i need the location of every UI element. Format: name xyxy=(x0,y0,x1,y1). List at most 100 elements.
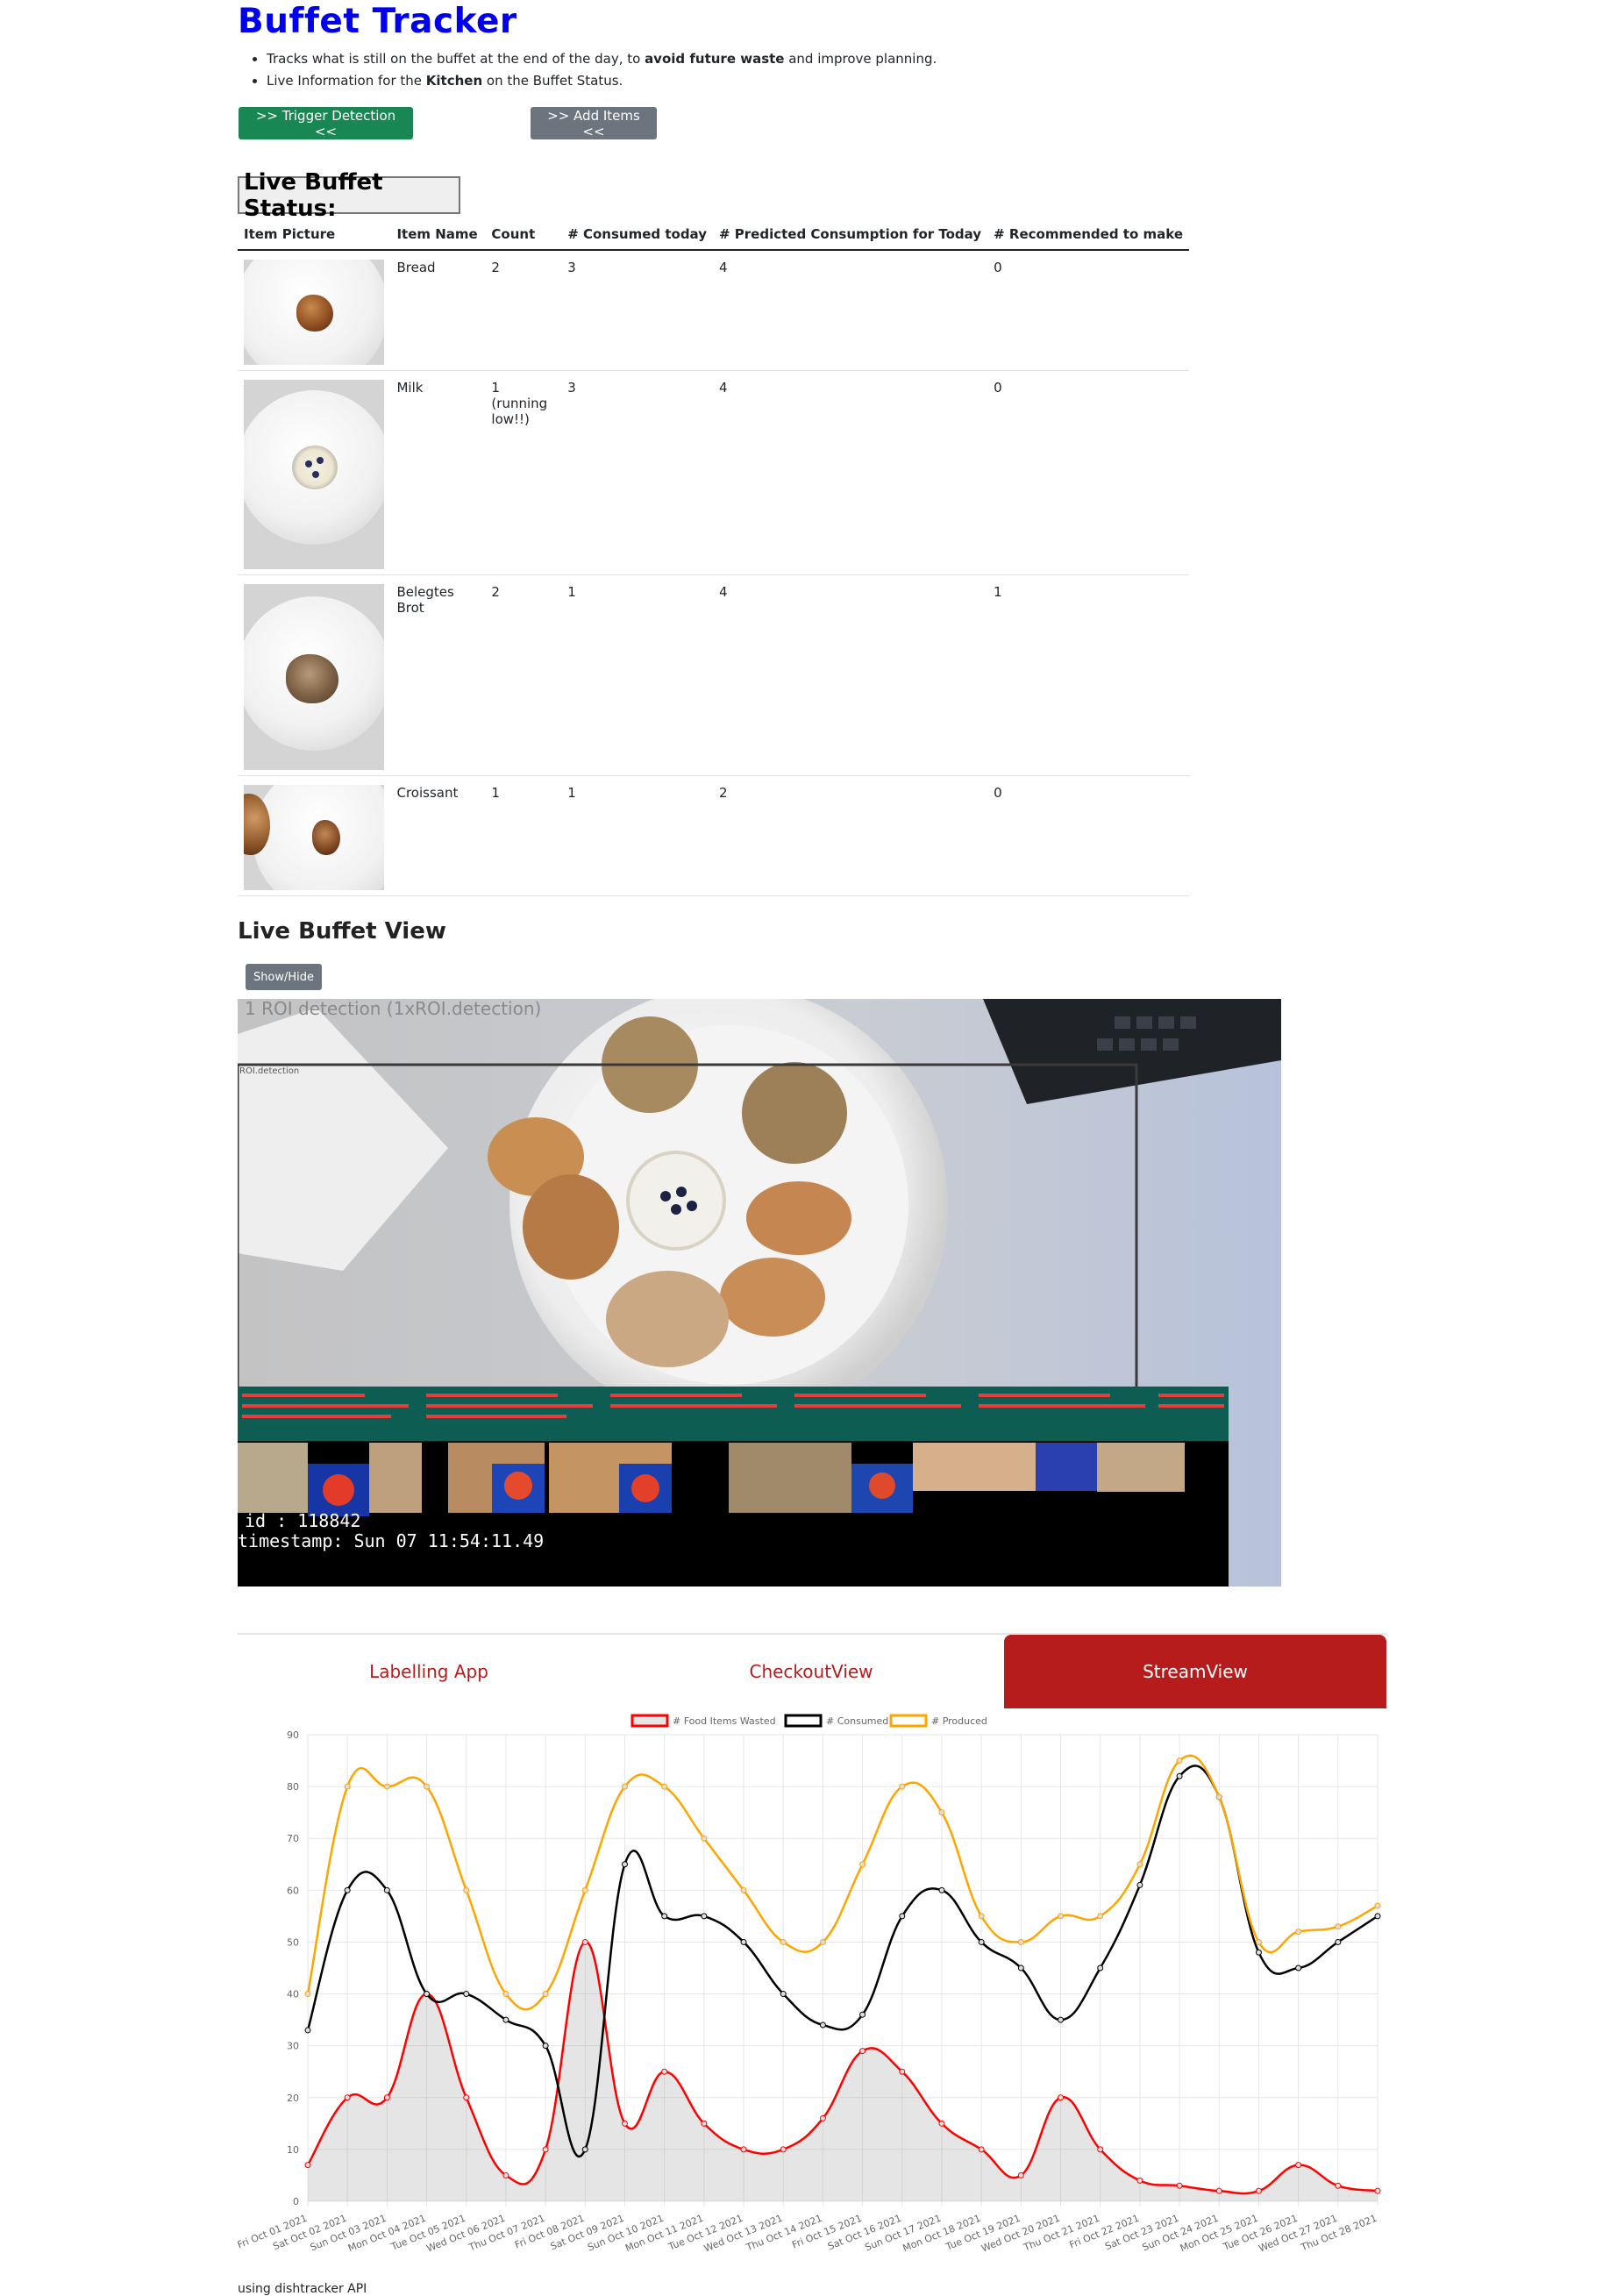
data-point xyxy=(1335,1923,1342,1930)
data-point xyxy=(463,1886,470,1893)
data-point xyxy=(424,1991,431,1998)
table-row: Croissant 1 1 2 0 xyxy=(238,775,1189,896)
col-count: Count xyxy=(485,219,562,251)
bread-picture xyxy=(244,260,384,365)
item-consumed: 1 xyxy=(561,775,713,896)
data-point xyxy=(661,1913,668,1920)
data-point xyxy=(1374,1902,1381,1909)
data-point xyxy=(978,2146,985,2153)
data-point xyxy=(344,1886,351,1893)
data-point xyxy=(938,2120,945,2127)
data-point xyxy=(1136,2177,1143,2184)
show-hide-button[interactable]: Show/Hide xyxy=(246,964,322,990)
intro-item: Tracks what is still on the buffet at th… xyxy=(267,48,937,70)
col-predicted: # Predicted Consumption for Today xyxy=(713,219,988,251)
data-point xyxy=(424,1783,431,1790)
data-point xyxy=(502,2016,509,2023)
belegtes-brot-picture xyxy=(244,584,384,770)
status-table: Item Picture Item Name Count # Consumed … xyxy=(238,219,1189,896)
trigger-detection-button[interactable]: >> Trigger Detection << xyxy=(239,107,413,139)
data-point xyxy=(1097,1913,1104,1920)
live-camera-feed: id : 118842 timestamp: Sun 07 11:54:11.4… xyxy=(238,999,1281,1587)
data-point xyxy=(1374,2187,1381,2194)
y-tick-label: 10 xyxy=(287,2144,299,2156)
data-point xyxy=(701,1913,708,1920)
data-point xyxy=(701,1835,708,1842)
data-point xyxy=(859,2048,866,2055)
data-point xyxy=(581,1938,588,1945)
data-point xyxy=(463,1991,470,1998)
data-point xyxy=(938,1809,945,1816)
item-recommended: 0 xyxy=(987,250,1189,371)
data-point xyxy=(1017,1964,1024,1972)
data-point xyxy=(1215,1793,1222,1800)
col-item-picture: Item Picture xyxy=(238,219,391,251)
data-point xyxy=(780,2146,787,2153)
item-count: 1 xyxy=(485,775,562,896)
y-tick-label: 30 xyxy=(287,2041,299,2052)
item-count: 2 xyxy=(485,250,562,371)
table-row: Milk 1 (running low!!) 3 4 0 xyxy=(238,370,1189,575)
legend-label: # Food Items Wasted xyxy=(673,1715,776,1727)
data-point xyxy=(819,2021,826,2029)
croissant-picture xyxy=(244,785,384,890)
tab-checkout-view[interactable]: CheckoutView xyxy=(620,1635,1002,1708)
data-point xyxy=(1215,2187,1222,2194)
item-count: 1 (running low!!) xyxy=(485,370,562,575)
item-name: Bread xyxy=(390,250,486,371)
item-consumed: 3 xyxy=(561,370,713,575)
item-predicted: 4 xyxy=(713,250,988,371)
frame-id-text: id : 118842 xyxy=(245,1510,360,1531)
data-point xyxy=(304,2162,311,2169)
data-point xyxy=(1176,1758,1183,1765)
data-point xyxy=(621,1783,628,1790)
data-point xyxy=(1255,1938,1262,1945)
data-point xyxy=(1335,1938,1342,1945)
data-point xyxy=(780,1991,787,1998)
live-view-title: Live Buffet View xyxy=(238,918,446,945)
data-point xyxy=(1374,1913,1381,1920)
data-point xyxy=(1058,2094,1065,2101)
legend-swatch xyxy=(784,1714,823,1728)
data-point xyxy=(899,1783,906,1790)
item-recommended: 0 xyxy=(987,775,1189,896)
detection-overlay-text: 1 ROI detection (1xROI.detection) xyxy=(245,999,541,1019)
data-point xyxy=(701,2120,708,2127)
page-title: Buffet Tracker xyxy=(238,2,517,41)
data-point xyxy=(1017,1938,1024,1945)
table-header-row: Item Picture Item Name Count # Consumed … xyxy=(238,219,1189,251)
tab-stream-view[interactable]: StreamView xyxy=(1004,1635,1386,1708)
data-point xyxy=(502,2171,509,2178)
item-name: Milk xyxy=(390,370,486,575)
data-point xyxy=(1255,2187,1262,2194)
legend-label: # Produced xyxy=(931,1715,987,1727)
roi-label: ROI.detection xyxy=(239,1066,299,1076)
item-recommended: 0 xyxy=(987,370,1189,575)
camera-image: id : 118842 timestamp: Sun 07 11:54:11.4… xyxy=(238,999,1281,1587)
data-point xyxy=(581,1886,588,1893)
footer-text: using dishtracker API xyxy=(238,2282,367,2296)
add-items-button[interactable]: >> Add Items << xyxy=(531,107,657,139)
data-point xyxy=(1295,2162,1302,2169)
y-tick-label: 50 xyxy=(287,1936,299,1948)
data-point xyxy=(661,2068,668,2075)
data-point xyxy=(1058,1913,1065,1920)
live-status-heading: Live Buffet Status: xyxy=(238,169,460,222)
data-point xyxy=(1136,1881,1143,1888)
y-tick-label: 90 xyxy=(287,1729,299,1741)
data-point xyxy=(978,1938,985,1945)
y-tick-label: 60 xyxy=(287,1885,299,1896)
data-point xyxy=(383,2094,390,2101)
data-point xyxy=(819,2114,826,2121)
data-point xyxy=(899,1913,906,1920)
y-tick-label: 20 xyxy=(287,2093,299,2104)
y-tick-label: 70 xyxy=(287,1833,299,1844)
tab-labelling-app[interactable]: Labelling App xyxy=(238,1635,620,1708)
data-point xyxy=(383,1783,390,1790)
data-point xyxy=(1295,1929,1302,1936)
data-point xyxy=(780,1938,787,1945)
data-point xyxy=(1255,1949,1262,1956)
item-count: 2 xyxy=(485,574,562,776)
col-consumed: # Consumed today xyxy=(561,219,713,251)
data-point xyxy=(1097,1964,1104,1972)
